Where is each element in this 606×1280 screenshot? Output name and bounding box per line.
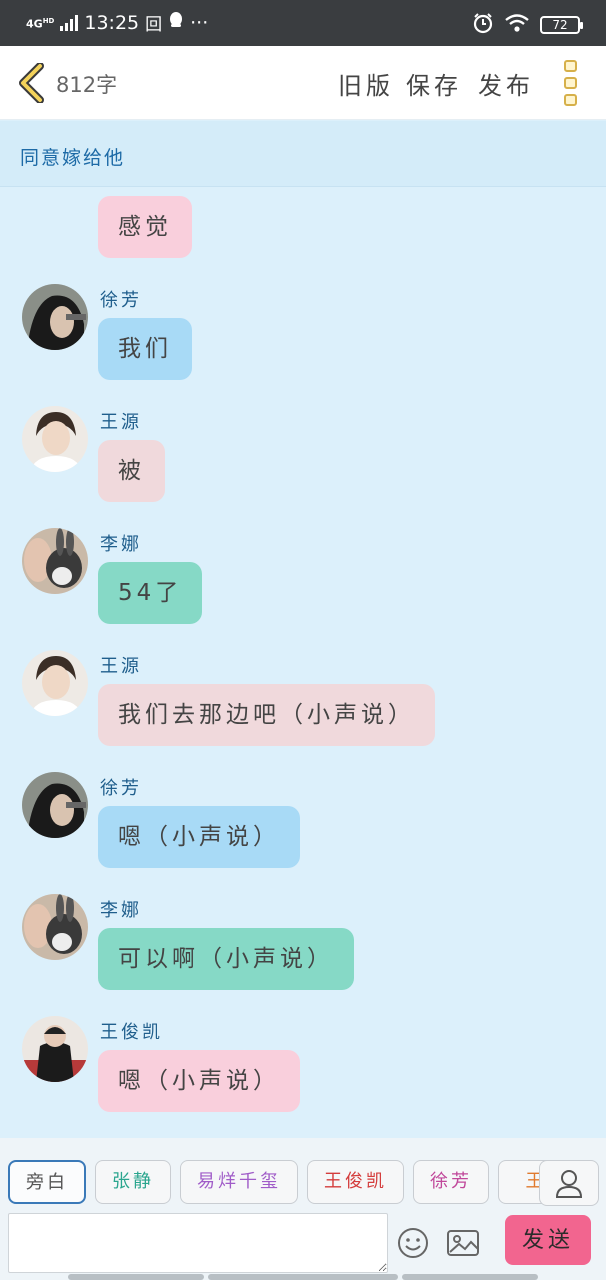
sender-name: 李娜 — [100, 534, 142, 555]
message-text: 被 — [118, 458, 145, 484]
message-text: 54了 — [118, 580, 183, 606]
role-chip[interactable]: 徐芳 — [413, 1160, 489, 1204]
sender-name: 王源 — [100, 656, 142, 677]
sender-name: 王俊凯 — [100, 1022, 163, 1043]
message-bubble[interactable]: 可以啊（小声说） — [98, 928, 354, 990]
avatar[interactable] — [22, 772, 88, 838]
chat-area[interactable]: 感觉 徐芳 我们 王源 被 李娜 54了 王源 我们去那边吧（小声说） 徐芳 嗯… — [0, 188, 606, 1138]
image-icon — [447, 1230, 479, 1256]
message-text: 我们去那边吧（小声说） — [118, 702, 415, 728]
avatar[interactable] — [22, 650, 88, 716]
sender-name: 徐芳 — [100, 778, 142, 799]
add-role-button[interactable] — [539, 1160, 599, 1206]
role-chip[interactable]: 易烊千玺 — [180, 1160, 298, 1204]
avatar[interactable] — [22, 528, 88, 594]
image-button[interactable] — [446, 1228, 480, 1258]
alarm-icon — [472, 12, 494, 38]
sender-name: 李娜 — [100, 900, 142, 921]
menu-dot-icon — [564, 94, 577, 106]
composer-panel: 旁白 张静 易烊千玺 王俊凯 徐芳 王 发送 — [0, 1138, 606, 1280]
save-button[interactable]: 保存 — [406, 66, 462, 101]
message-text: 感觉 — [118, 214, 172, 240]
message-bubble[interactable]: 嗯（小声说） — [98, 1050, 300, 1112]
role-selector[interactable]: 旁白 张静 易烊千玺 王俊凯 徐芳 王 — [8, 1160, 598, 1206]
word-count: 812字 — [56, 73, 118, 97]
message-text: 我们 — [118, 336, 172, 362]
message-bubble[interactable]: 感觉 — [98, 196, 192, 258]
role-chip[interactable]: 王俊凯 — [307, 1160, 404, 1204]
sender-name: 王源 — [100, 412, 142, 433]
battery-indicator: 72 — [540, 16, 583, 34]
avatar[interactable] — [22, 894, 88, 960]
role-chip[interactable]: 张静 — [95, 1160, 171, 1204]
story-title-bar: 同意嫁给他 — [0, 121, 606, 187]
message-input[interactable] — [8, 1213, 388, 1273]
message-bubble[interactable]: 我们去那边吧（小声说） — [98, 684, 435, 746]
story-title: 同意嫁给他 — [20, 147, 126, 169]
back-button[interactable] — [16, 62, 46, 104]
menu-dot-icon — [564, 77, 577, 89]
avatar[interactable] — [22, 1016, 88, 1082]
nav-gesture-bar — [68, 1274, 204, 1280]
more-notifications-icon: ··· — [190, 11, 209, 34]
chevron-left-icon — [19, 62, 44, 104]
more-menu-button[interactable] — [564, 60, 580, 106]
smile-icon — [398, 1228, 428, 1258]
send-button[interactable]: 发送 — [505, 1215, 591, 1265]
emoji-button[interactable] — [396, 1226, 430, 1260]
wifi-icon — [504, 13, 530, 37]
message-bubble[interactable]: 我们 — [98, 318, 192, 380]
clock: 13:25 — [84, 11, 140, 34]
signal-icon — [60, 14, 79, 31]
menu-dot-icon — [564, 60, 577, 72]
network-indicator: 4GHD — [26, 16, 55, 31]
nav-gesture-bar — [402, 1274, 538, 1280]
message-text: 可以啊（小声说） — [118, 946, 334, 972]
avatar[interactable] — [22, 406, 88, 472]
old-version-button[interactable]: 旧版 — [338, 66, 394, 101]
notification-box-icon: 回 — [145, 15, 163, 35]
message-bubble[interactable]: 被 — [98, 440, 165, 502]
nav-gesture-bar — [208, 1274, 398, 1280]
avatar[interactable] — [22, 284, 88, 350]
qq-icon — [168, 11, 184, 34]
role-chip-narrator[interactable]: 旁白 — [8, 1160, 86, 1204]
message-bubble[interactable]: 54了 — [98, 562, 203, 624]
message-text: 嗯（小声说） — [118, 1068, 280, 1094]
user-icon — [555, 1170, 583, 1198]
publish-button[interactable]: 发布 — [478, 66, 534, 101]
message-bubble[interactable]: 嗯（小声说） — [98, 806, 300, 868]
app-header: 812字 旧版 保存 发布 — [0, 46, 606, 120]
message-text: 嗯（小声说） — [118, 824, 280, 850]
status-bar: 4GHD 13:25 回 ··· 72 — [0, 0, 606, 46]
sender-name: 徐芳 — [100, 290, 142, 311]
